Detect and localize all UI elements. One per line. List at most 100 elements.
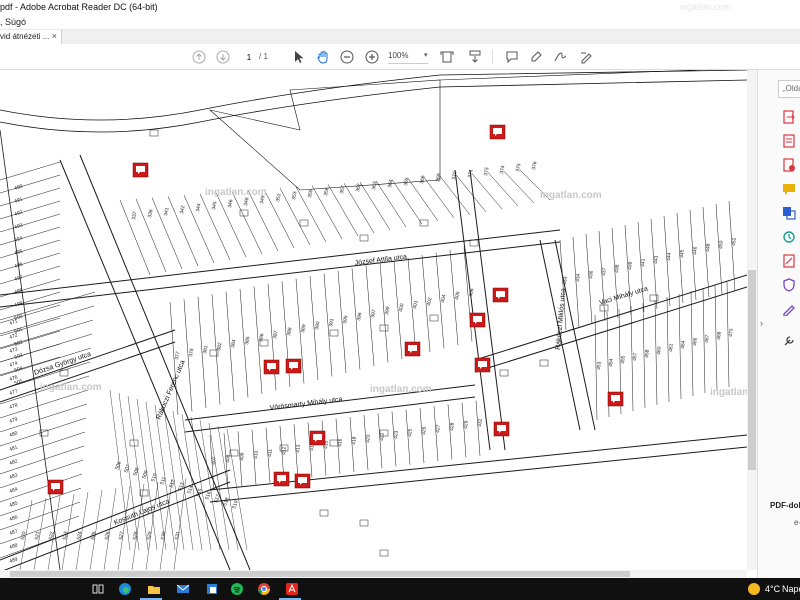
comment-tool-icon[interactable] <box>782 182 796 196</box>
building-outline <box>649 294 659 302</box>
more-tools-icon[interactable] <box>782 334 796 348</box>
close-tab-icon[interactable]: × <box>52 31 57 41</box>
watermark-text: ingatlan.com <box>540 190 602 201</box>
spotify-icon[interactable] <box>229 581 245 597</box>
parcel-number: 526 <box>104 531 111 540</box>
parcel-number: 409 <box>239 452 246 461</box>
pointer-icon[interactable] <box>290 49 306 65</box>
toolbar: / 1 100% ▾ <box>0 44 800 70</box>
hand-icon[interactable] <box>315 49 331 65</box>
parcel-number: 511 <box>159 476 167 486</box>
tools-panel: › „Oldal PDF-doku e- <box>757 70 800 578</box>
parcel-line <box>461 402 467 458</box>
parcel-number: 357 <box>339 185 346 194</box>
parcel-line <box>117 485 131 570</box>
edge-icon[interactable] <box>117 581 133 597</box>
parcel-number: 389 <box>300 324 307 333</box>
zoom-level[interactable]: 100% <box>388 51 428 64</box>
parcel-number: 336 <box>147 209 154 218</box>
parcel-number: 450 <box>718 240 725 249</box>
watermark-text: ingatlan.com <box>370 384 432 395</box>
create-pdf-icon[interactable] <box>782 158 796 172</box>
highlight-icon[interactable] <box>528 49 544 65</box>
parcel-number: 502 <box>14 339 24 348</box>
acrobat-icon[interactable] <box>284 581 300 597</box>
mail-icon[interactable] <box>175 581 191 597</box>
parcel-number: 369 <box>435 173 442 182</box>
zoom-out-icon[interactable] <box>339 49 355 65</box>
task-view-icon[interactable] <box>90 581 106 597</box>
parcel-number: 351 <box>275 193 282 202</box>
parcel-number: 433 <box>562 276 569 285</box>
page-fit-icon[interactable] <box>439 49 455 65</box>
panel-search-input[interactable]: „Oldal <box>778 80 800 98</box>
horizontal-scrollbar[interactable] <box>0 570 747 578</box>
page-total: / 1 <box>259 52 268 61</box>
fill-sign-icon[interactable] <box>578 49 594 65</box>
weather-condition[interactable]: Napos <box>782 584 800 594</box>
window-title: pdf - Adobe Acrobat Reader DC (64-bit) <box>0 2 158 12</box>
parcel-number: 377 <box>174 351 181 360</box>
combine-files-icon[interactable] <box>782 206 796 220</box>
onenote-icon[interactable] <box>204 581 220 597</box>
title-watermark: ingatlan.com <box>680 2 732 12</box>
parcel-line <box>159 479 173 570</box>
parcel-number: 408 <box>225 454 232 463</box>
parcel-number: 523 <box>62 531 69 540</box>
horizontal-scrollbar-thumb[interactable] <box>10 571 630 577</box>
document-tab-label: vid átnézeti ... <box>0 32 50 41</box>
parcel-line <box>0 200 61 220</box>
building-outline <box>499 369 509 377</box>
page-number-input[interactable] <box>240 50 258 64</box>
parcel-number: 363 <box>371 181 378 190</box>
parcel-number: 485 <box>9 500 19 509</box>
watermark-text: ingatlan.com <box>40 382 102 393</box>
street-label: Vörösmarty Mihály utca <box>269 396 343 412</box>
pdf-promo-label: PDF-doku <box>770 501 800 510</box>
edit-pdf-icon[interactable] <box>782 134 796 148</box>
document-view[interactable]: József Attila utca Vörösmarty Mihály utca… <box>0 70 747 570</box>
parcel-line <box>447 404 453 460</box>
street-edge <box>474 274 747 361</box>
vertical-scrollbar-thumb[interactable] <box>748 270 756 470</box>
parcel-number: 349 <box>259 195 266 204</box>
protect-icon[interactable] <box>782 278 796 292</box>
parcel-line <box>89 489 103 570</box>
fill-sign-panel-icon[interactable] <box>782 302 796 317</box>
weather-temperature[interactable]: 4°C <box>765 584 780 594</box>
pdf-promo-sub: e- <box>794 518 800 527</box>
menu-help[interactable]: , Súgó <box>0 17 26 27</box>
parcel-number: 407 <box>211 456 218 465</box>
parcel-number: 531 <box>174 531 181 540</box>
parcel-number: 452 <box>731 237 738 246</box>
comment-icon[interactable] <box>504 49 520 65</box>
arrow-up-circle-icon[interactable] <box>191 49 207 65</box>
arrow-down-circle-icon[interactable] <box>215 49 231 65</box>
collapse-panel-icon[interactable]: › <box>760 318 763 328</box>
compress-pdf-icon[interactable] <box>782 254 796 268</box>
street-edge <box>469 169 506 451</box>
building-outline <box>149 129 159 137</box>
file-explorer-icon[interactable] <box>146 581 162 597</box>
export-pdf-icon[interactable] <box>782 110 796 124</box>
parcel-number: 482 <box>9 458 19 467</box>
parcel-number: 493 <box>14 222 24 231</box>
parcel-number: 376 <box>531 161 538 170</box>
parcel-number: 521 <box>34 531 41 540</box>
parcel-line <box>226 428 248 551</box>
parcel-number: 506 <box>114 461 123 471</box>
vertical-scrollbar[interactable] <box>747 70 757 570</box>
organize-pages-icon[interactable] <box>782 230 796 244</box>
chrome-icon[interactable] <box>256 581 272 597</box>
parcel-number: 448 <box>705 243 712 252</box>
watermark-text: ingatlan.com <box>710 387 747 398</box>
building-outline <box>379 549 389 557</box>
zoom-in-icon[interactable] <box>364 49 380 65</box>
parcel-number: 404 <box>440 294 447 303</box>
sign-icon[interactable] <box>552 49 568 65</box>
parcel-number: 391 <box>328 318 335 327</box>
zoom-dropdown-icon[interactable]: ▾ <box>424 51 428 59</box>
document-tab[interactable]: vid átnézeti ... × <box>0 30 62 44</box>
building-outline <box>539 359 549 367</box>
scroll-mode-icon[interactable] <box>467 49 483 65</box>
